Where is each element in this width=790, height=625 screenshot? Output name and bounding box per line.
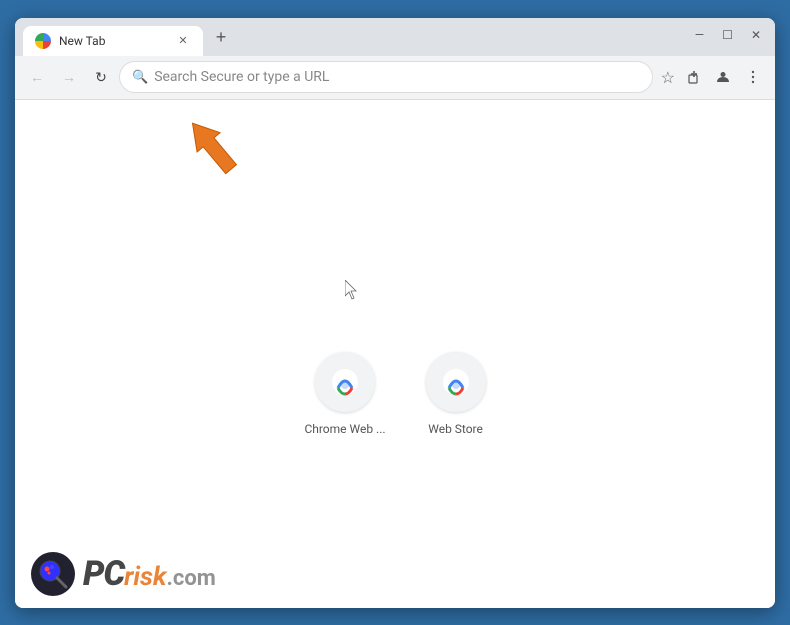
shortcut-chrome-web[interactable]: Chrome Web ... (304, 352, 385, 436)
arrow-annotation (175, 110, 255, 190)
watermark: PCrisk.com (31, 552, 216, 596)
toolbar-right-icons (679, 63, 767, 91)
chrome-web-favicon (331, 368, 359, 396)
watermark-domain: .com (166, 566, 215, 591)
tab-title: New Tab (59, 34, 167, 48)
mouse-cursor (345, 280, 361, 300)
menu-button[interactable] (739, 63, 767, 91)
watermark-pc: PC (83, 554, 124, 594)
shortcut-label-web-store: Web Store (428, 422, 483, 436)
arrow-svg (175, 110, 255, 190)
watermark-risk: risk (124, 562, 166, 592)
browser-window: New Tab ✕ + — ☐ ✕ ← → ↻ 🔍 Search Secure … (15, 18, 775, 608)
tab-close-button[interactable]: ✕ (175, 33, 191, 49)
search-icon: 🔍 (132, 70, 148, 85)
close-button[interactable]: ✕ (745, 26, 767, 44)
browser-content: Chrome Web ... Web Store (15, 100, 775, 608)
shortcut-icon-chrome-web (315, 352, 375, 412)
watermark-text: PCrisk.com (83, 554, 216, 594)
reload-button[interactable]: ↻ (87, 63, 115, 91)
extensions-icon (685, 69, 701, 85)
shortcuts-grid: Chrome Web ... Web Store (304, 352, 485, 436)
more-options-icon (745, 69, 761, 85)
web-store-favicon (442, 368, 470, 396)
window-controls: — ☐ ✕ (689, 26, 767, 44)
watermark-logo-circle (31, 552, 75, 596)
shortcut-label-chrome-web: Chrome Web ... (304, 422, 385, 436)
browser-toolbar: ← → ↻ 🔍 Search Secure or type a URL ☆ (15, 56, 775, 100)
bookmark-star-icon[interactable]: ☆ (661, 68, 675, 87)
pcrisk-logo-icon (36, 557, 70, 591)
tab-favicon (35, 33, 51, 49)
address-bar[interactable]: 🔍 Search Secure or type a URL (119, 61, 653, 93)
profile-icon (715, 69, 731, 85)
new-tab-button[interactable]: + (207, 24, 235, 52)
maximize-button[interactable]: ☐ (716, 26, 739, 44)
forward-button[interactable]: → (55, 63, 83, 91)
active-tab[interactable]: New Tab ✕ (23, 26, 203, 56)
profile-button[interactable] (709, 63, 737, 91)
shortcut-icon-web-store (426, 352, 486, 412)
back-button[interactable]: ← (23, 63, 51, 91)
address-placeholder: Search Secure or type a URL (154, 69, 639, 85)
minimize-button[interactable]: — (689, 26, 710, 44)
extensions-button[interactable] (679, 63, 707, 91)
shortcut-web-store[interactable]: Web Store (426, 352, 486, 436)
title-bar: New Tab ✕ + — ☐ ✕ (15, 18, 775, 56)
